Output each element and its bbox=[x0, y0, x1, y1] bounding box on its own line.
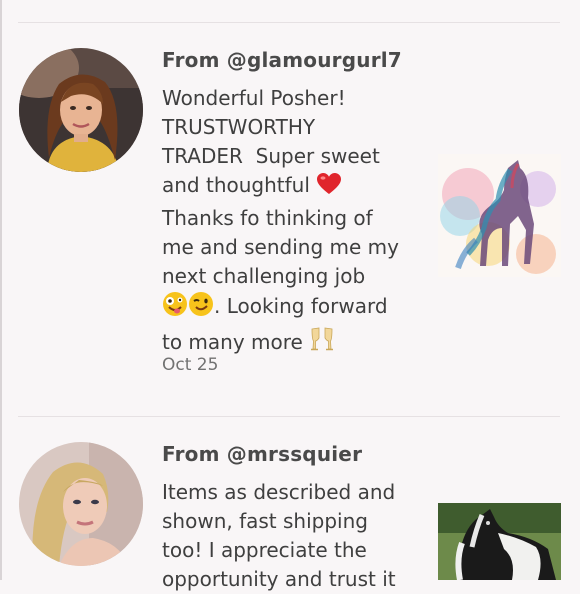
top-divider bbox=[18, 22, 560, 23]
review-from-username[interactable]: From @mrssquier bbox=[162, 442, 362, 466]
frame-left-edge bbox=[0, 0, 2, 580]
review-message: Items as described and shown, fast shipp… bbox=[162, 478, 417, 594]
review-line: opportunity and trust it bbox=[162, 567, 396, 591]
review-line: . Looking forward bbox=[214, 294, 388, 318]
review-date: Oct 25 bbox=[162, 355, 219, 375]
review-line: Wonderful Posher! bbox=[162, 86, 346, 110]
review-line: TRADER Super sweet bbox=[162, 144, 380, 168]
review-line: and thoughtful bbox=[162, 173, 310, 197]
review-line: next challenging job bbox=[162, 264, 366, 288]
listing-thumbnail-horse-photo[interactable] bbox=[438, 503, 561, 580]
review-message: Wonderful Posher! TRUSTWORTHY TRADER Sup… bbox=[162, 84, 417, 361]
review-line: Thanks fo thinking of bbox=[162, 206, 373, 230]
review-line: to many more bbox=[162, 330, 303, 354]
review-line: me and sending me my bbox=[162, 235, 399, 259]
review-line: shown, fast shipping bbox=[162, 509, 368, 533]
review-divider bbox=[18, 416, 560, 417]
clinking-glasses-emoji-icon bbox=[309, 325, 335, 361]
review-line: too! I appreciate the bbox=[162, 538, 367, 562]
listing-thumbnail-watercolor-horse[interactable] bbox=[438, 154, 561, 277]
review-from-username[interactable]: From @glamourgurl7 bbox=[162, 48, 402, 72]
review-line: Items as described and bbox=[162, 480, 396, 504]
zany-face-emoji-icon bbox=[162, 291, 188, 325]
avatar-mrssquier[interactable] bbox=[19, 442, 143, 566]
review-line: TRUSTWORTHY bbox=[162, 115, 316, 139]
winking-face-emoji-icon bbox=[188, 291, 214, 325]
avatar-glamourgurl7[interactable] bbox=[19, 48, 143, 172]
red-heart-emoji-icon bbox=[316, 172, 342, 204]
